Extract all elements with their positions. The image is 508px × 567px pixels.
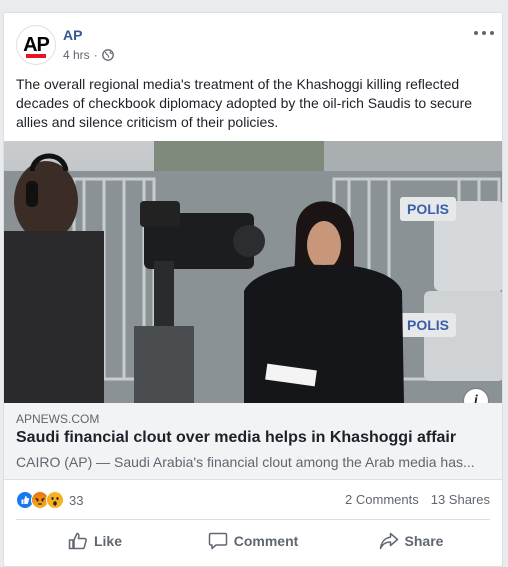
share-icon bbox=[379, 532, 398, 550]
wow-icon bbox=[46, 491, 64, 509]
post-card: AP AP 4 hrs · The overall regional media… bbox=[3, 12, 503, 567]
like-label: Like bbox=[93, 533, 122, 549]
like-button[interactable]: Like bbox=[16, 520, 174, 562]
more-options-icon[interactable] bbox=[474, 27, 494, 39]
post-header: AP AP 4 hrs · bbox=[4, 13, 502, 71]
post-meta: 4 hrs · bbox=[63, 48, 114, 62]
police-sign-bottom: POLIS bbox=[407, 317, 449, 333]
comment-label: Comment bbox=[233, 533, 299, 549]
counts-spacer bbox=[419, 492, 431, 507]
page-name-link[interactable]: AP bbox=[63, 27, 82, 43]
timestamp-link[interactable]: 4 hrs bbox=[63, 48, 90, 62]
reactions-summary[interactable]: 33 bbox=[16, 491, 83, 509]
engagement-counts: 2 Comments 13 Shares bbox=[345, 492, 490, 507]
comment-button[interactable]: Comment bbox=[174, 520, 332, 562]
police-sign-top: POLIS bbox=[407, 201, 449, 217]
link-domain: APNEWS.COM bbox=[16, 412, 100, 426]
avatar-logo-underline bbox=[26, 54, 46, 58]
reaction-count: 33 bbox=[69, 492, 84, 508]
thumbs-up-icon bbox=[68, 532, 87, 550]
avatar[interactable]: AP bbox=[16, 25, 56, 65]
post-stats: 33 2 Comments 13 Shares bbox=[4, 480, 502, 518]
link-description: CAIRO (AP) — Saudi Arabia's financial cl… bbox=[16, 454, 475, 470]
post-image[interactable]: POLIS POLIS bbox=[4, 141, 502, 403]
comment-icon bbox=[208, 532, 227, 550]
share-label: Share bbox=[404, 533, 444, 549]
comments-count-link[interactable]: 2 Comments bbox=[345, 492, 419, 507]
meta-separator: · bbox=[93, 48, 98, 62]
link-preview[interactable]: APNEWS.COM Saudi financial clout over me… bbox=[4, 403, 502, 480]
globe-icon[interactable] bbox=[101, 49, 114, 61]
link-title[interactable]: Saudi financial clout over media helps i… bbox=[16, 429, 456, 447]
shares-count-link[interactable]: 13 Shares bbox=[431, 492, 490, 507]
post-text: The overall regional media's treatment o… bbox=[16, 76, 473, 130]
share-button[interactable]: Share bbox=[332, 520, 490, 562]
post-actions: Like Comment Share bbox=[16, 519, 490, 562]
